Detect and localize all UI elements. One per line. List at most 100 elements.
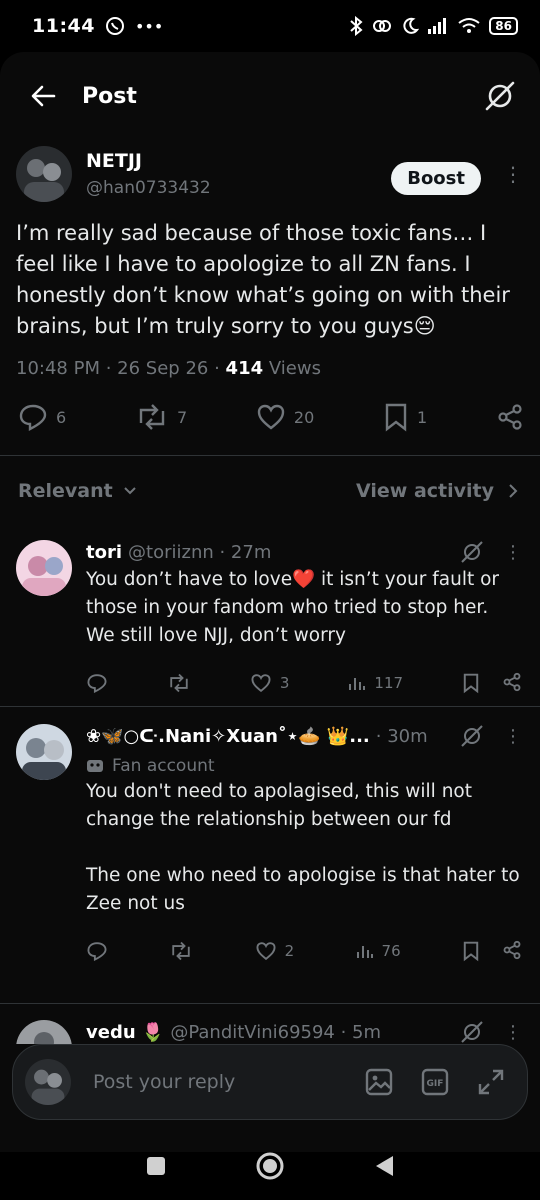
reply-button[interactable]: 6 [18,403,66,431]
more-options-icon[interactable]: ⋮ [504,726,522,747]
reply-author-handle[interactable]: · 30m [376,726,428,747]
reply-input[interactable]: Post your reply [93,1071,235,1093]
post-text: I’m really sad because of those toxic fa… [16,221,510,338]
bookmark-icon[interactable] [462,940,480,962]
views-chart-icon [349,678,366,690]
chevron-right-icon [509,484,518,498]
like-button[interactable]: 3 [250,673,289,693]
view-activity-link[interactable]: View activity [356,480,518,502]
views-count: 76 [381,942,401,960]
bookmark-icon[interactable] [462,672,480,694]
fan-account-label: Fan account [112,756,215,776]
bookmark-icon [385,403,407,432]
reply-text: You don't need to apolagised, this will … [86,781,472,830]
expand-icon[interactable] [477,1068,505,1096]
heart-icon [251,674,271,693]
grok-icon[interactable] [460,540,484,564]
reply-composer[interactable]: Post your reply GIF [12,1044,528,1120]
grok-icon[interactable] [484,80,516,112]
post-actions: 6 7 20 1 [18,390,524,444]
reply-item[interactable]: tori @toriiznn · 27m ⋮ You don’t have to… [16,540,522,694]
back-button[interactable] [373,1154,395,1178]
reply-button[interactable] [86,673,108,693]
sort-label: Relevant [18,480,113,502]
like-count: 2 [284,942,295,960]
reply-count: 6 [56,407,67,427]
repost-count: 7 [176,407,188,427]
page-title: Post [82,83,137,109]
divider [0,706,540,707]
bookmark-button[interactable]: 1 [383,402,427,432]
more-options-icon[interactable]: ⋮ [504,542,522,563]
heart-icon [256,942,276,961]
grok-icon[interactable] [460,1020,484,1044]
boost-button[interactable]: Boost [391,162,481,195]
main-post: NETJJ @han0733432 Boost ⋮ I’m really sad… [16,146,523,379]
back-arrow-icon[interactable] [30,84,56,108]
views-count: 117 [374,674,404,692]
reply-text: You don’t have to love❤️ it isn’t your f… [86,569,500,646]
bookmark-count: 1 [417,407,428,427]
moon-icon [403,17,420,34]
grok-icon[interactable] [460,724,484,748]
status-bar: 11:44 ••• 86 [0,0,540,52]
more-notifications-icon: ••• [134,16,164,36]
bluetooth-icon [350,16,363,36]
like-count: 20 [293,407,315,427]
fan-account-badge: Fan account [86,756,522,776]
repost-button[interactable]: 7 [135,403,187,431]
share-icon[interactable] [502,672,522,692]
repost-icon [139,404,165,430]
reply-author-handle[interactable]: @toriiznn · 27m [128,542,271,563]
repost-button[interactable] [167,673,191,693]
divider [0,455,540,456]
whatsapp-icon [105,17,124,35]
recents-button[interactable] [145,1155,167,1177]
reply-avatar[interactable] [16,724,72,780]
repost-icon [170,673,188,693]
views-chart-icon [356,946,373,958]
home-button[interactable] [255,1151,285,1181]
author-name[interactable]: NETJJ [86,150,211,172]
gif-icon[interactable]: GIF [421,1068,449,1096]
reply-author-name[interactable]: vedu 🌷 [86,1022,164,1043]
repost-icon [172,941,191,961]
reply-author-handle[interactable]: @PanditVini69594 · 5m [170,1022,381,1043]
divider [0,1003,540,1004]
system-nav-bar [0,1132,540,1200]
like-button[interactable]: 20 [256,403,314,431]
more-options-icon[interactable]: ⋮ [503,164,523,184]
views-button[interactable]: 117 [348,674,403,692]
post-meta: 10:48 PM · 26 Sep 26 · 414 Views [16,358,321,379]
post-time: 10:48 PM [16,358,100,379]
like-button[interactable]: 2 [255,941,295,961]
more-options-icon[interactable]: ⋮ [504,1022,522,1043]
mask-icon [87,760,103,772]
view-activity-label: View activity [356,480,494,502]
image-icon[interactable] [365,1068,393,1096]
reply-author-name[interactable]: ❀🦋○ᑢ.Nani✧Xuan˚⋆🥧 👑... [86,726,370,747]
svg-text:GIF: GIF [427,1079,444,1089]
author-avatar[interactable] [16,146,72,202]
reply-item[interactable]: vedu 🌷 @PanditVini69594 · 5m ⋮ [16,1020,522,1044]
status-time: 11:44 [32,15,95,37]
share-icon[interactable] [502,940,522,960]
sort-dropdown[interactable]: Relevant [18,480,137,502]
reply-item[interactable]: ❀🦋○ᑢ.Nani✧Xuan˚⋆🥧 👑... · 30m ⋮ Fan accou… [16,724,522,962]
share-button[interactable] [496,403,524,431]
link-icon [373,20,392,32]
reply-avatar[interactable] [16,540,72,596]
reply-button[interactable] [86,941,108,961]
post-views-label: Views [268,358,321,379]
wifi-icon [458,18,480,33]
author-handle[interactable]: @han0733432 [86,178,211,198]
signal-icon [428,18,447,34]
reply-avatar[interactable] [16,1020,72,1044]
replies-filter: Relevant View activity [18,470,518,512]
repost-button[interactable] [169,941,193,961]
battery-indicator: 86 [489,17,518,35]
post-views-count: 414 [225,358,264,379]
views-button[interactable]: 76 [356,942,401,960]
reply-icon [87,942,107,961]
reply-author-name[interactable]: tori [86,542,122,563]
